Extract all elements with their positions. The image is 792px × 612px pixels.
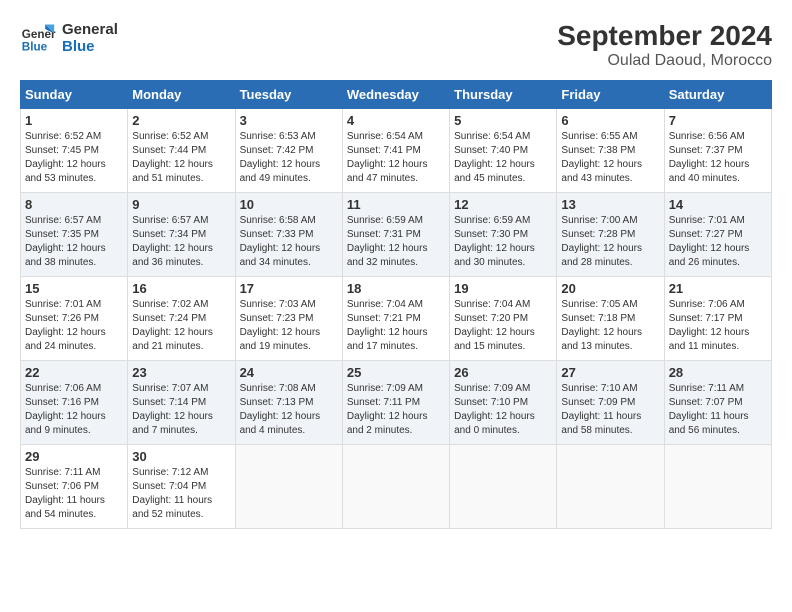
- title-block: September 2024 Oulad Daoud, Morocco: [557, 20, 772, 70]
- week-row-3: 15 Sunrise: 7:01 AMSunset: 7:26 PMDaylig…: [21, 277, 772, 361]
- day-cell-9: 9 Sunrise: 6:57 AMSunset: 7:34 PMDayligh…: [128, 193, 235, 277]
- day-cell-14: 14 Sunrise: 7:01 AMSunset: 7:27 PMDaylig…: [664, 193, 771, 277]
- day-cell-1: 1 Sunrise: 6:52 AMSunset: 7:45 PMDayligh…: [21, 109, 128, 193]
- header-wednesday: Wednesday: [342, 81, 449, 109]
- week-row-4: 22 Sunrise: 7:06 AMSunset: 7:16 PMDaylig…: [21, 361, 772, 445]
- day-cell-23: 23 Sunrise: 7:07 AMSunset: 7:14 PMDaylig…: [128, 361, 235, 445]
- day-cell-empty-4: [557, 445, 664, 529]
- day-cell-empty-5: [664, 445, 771, 529]
- day-cell-30: 30 Sunrise: 7:12 AMSunset: 7:04 PMDaylig…: [128, 445, 235, 529]
- logo-blue: Blue: [62, 38, 118, 55]
- day-cell-13: 13 Sunrise: 7:00 AMSunset: 7:28 PMDaylig…: [557, 193, 664, 277]
- day-cell-15: 15 Sunrise: 7:01 AMSunset: 7:26 PMDaylig…: [21, 277, 128, 361]
- weekday-header-row: Sunday Monday Tuesday Wednesday Thursday…: [21, 81, 772, 109]
- day-cell-5: 5 Sunrise: 6:54 AMSunset: 7:40 PMDayligh…: [450, 109, 557, 193]
- page-header: General Blue General Blue September 2024…: [20, 20, 772, 70]
- day-cell-7: 7 Sunrise: 6:56 AMSunset: 7:37 PMDayligh…: [664, 109, 771, 193]
- day-cell-empty-3: [450, 445, 557, 529]
- day-cell-28: 28 Sunrise: 7:11 AMSunset: 7:07 PMDaylig…: [664, 361, 771, 445]
- week-row-1: 1 Sunrise: 6:52 AMSunset: 7:45 PMDayligh…: [21, 109, 772, 193]
- day-cell-12: 12 Sunrise: 6:59 AMSunset: 7:30 PMDaylig…: [450, 193, 557, 277]
- logo: General Blue General Blue: [20, 20, 118, 56]
- page-title: September 2024: [557, 20, 772, 52]
- day-cell-10: 10 Sunrise: 6:58 AMSunset: 7:33 PMDaylig…: [235, 193, 342, 277]
- day-cell-29: 29 Sunrise: 7:11 AMSunset: 7:06 PMDaylig…: [21, 445, 128, 529]
- header-monday: Monday: [128, 81, 235, 109]
- header-friday: Friday: [557, 81, 664, 109]
- day-cell-11: 11 Sunrise: 6:59 AMSunset: 7:31 PMDaylig…: [342, 193, 449, 277]
- week-row-2: 8 Sunrise: 6:57 AMSunset: 7:35 PMDayligh…: [21, 193, 772, 277]
- day-cell-24: 24 Sunrise: 7:08 AMSunset: 7:13 PMDaylig…: [235, 361, 342, 445]
- day-cell-8: 8 Sunrise: 6:57 AMSunset: 7:35 PMDayligh…: [21, 193, 128, 277]
- day-cell-17: 17 Sunrise: 7:03 AMSunset: 7:23 PMDaylig…: [235, 277, 342, 361]
- day-cell-26: 26 Sunrise: 7:09 AMSunset: 7:10 PMDaylig…: [450, 361, 557, 445]
- day-cell-25: 25 Sunrise: 7:09 AMSunset: 7:11 PMDaylig…: [342, 361, 449, 445]
- header-tuesday: Tuesday: [235, 81, 342, 109]
- day-cell-19: 19 Sunrise: 7:04 AMSunset: 7:20 PMDaylig…: [450, 277, 557, 361]
- header-thursday: Thursday: [450, 81, 557, 109]
- day-cell-empty-1: [235, 445, 342, 529]
- logo-icon: General Blue: [20, 20, 56, 56]
- page-subtitle: Oulad Daoud, Morocco: [557, 52, 772, 70]
- day-cell-20: 20 Sunrise: 7:05 AMSunset: 7:18 PMDaylig…: [557, 277, 664, 361]
- day-cell-22: 22 Sunrise: 7:06 AMSunset: 7:16 PMDaylig…: [21, 361, 128, 445]
- header-saturday: Saturday: [664, 81, 771, 109]
- svg-text:Blue: Blue: [22, 41, 48, 54]
- week-row-5: 29 Sunrise: 7:11 AMSunset: 7:06 PMDaylig…: [21, 445, 772, 529]
- day-cell-16: 16 Sunrise: 7:02 AMSunset: 7:24 PMDaylig…: [128, 277, 235, 361]
- day-cell-21: 21 Sunrise: 7:06 AMSunset: 7:17 PMDaylig…: [664, 277, 771, 361]
- day-cell-empty-2: [342, 445, 449, 529]
- calendar-table: Sunday Monday Tuesday Wednesday Thursday…: [20, 80, 772, 529]
- day-cell-27: 27 Sunrise: 7:10 AMSunset: 7:09 PMDaylig…: [557, 361, 664, 445]
- day-cell-6: 6 Sunrise: 6:55 AMSunset: 7:38 PMDayligh…: [557, 109, 664, 193]
- day-cell-4: 4 Sunrise: 6:54 AMSunset: 7:41 PMDayligh…: [342, 109, 449, 193]
- day-cell-3: 3 Sunrise: 6:53 AMSunset: 7:42 PMDayligh…: [235, 109, 342, 193]
- day-cell-2: 2 Sunrise: 6:52 AMSunset: 7:44 PMDayligh…: [128, 109, 235, 193]
- header-sunday: Sunday: [21, 81, 128, 109]
- day-cell-18: 18 Sunrise: 7:04 AMSunset: 7:21 PMDaylig…: [342, 277, 449, 361]
- logo-general: General: [62, 21, 118, 38]
